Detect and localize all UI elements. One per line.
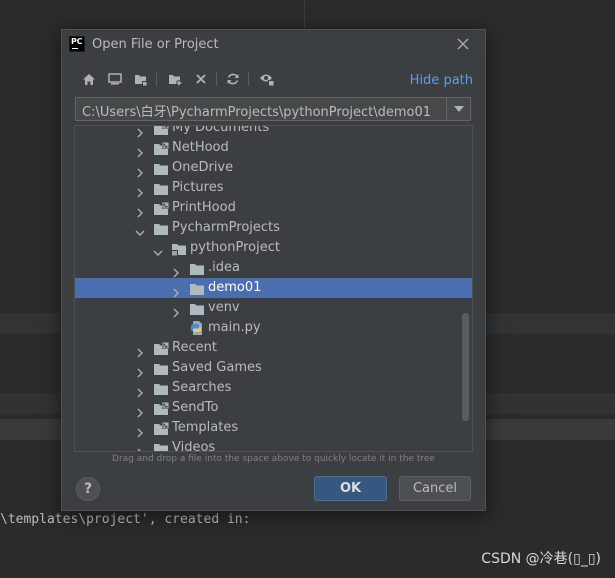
console-output-line: \templates\project', created in: <box>0 512 251 527</box>
chevron-down-icon[interactable] <box>153 243 163 256</box>
tree-item-label: venv <box>208 300 240 315</box>
chevron-right-icon[interactable] <box>135 143 145 158</box>
desktop-icon[interactable] <box>106 70 124 88</box>
tree-hint-text: Drag and drop a file into the space abov… <box>112 454 435 464</box>
chevron-right-icon[interactable] <box>135 423 145 438</box>
tree-item-my-documents[interactable]: My Documents <box>75 125 472 138</box>
path-input[interactable]: C:\Users\白牙\PycharmProjects\pythonProjec… <box>82 101 431 120</box>
folder-icon <box>153 361 169 375</box>
cancel-button[interactable]: Cancel <box>399 476 471 501</box>
path-combobox[interactable]: C:\Users\白牙\PycharmProjects\pythonProjec… <box>75 97 471 121</box>
folder-icon <box>153 441 169 451</box>
tree-item-label: OneDrive <box>172 160 234 175</box>
open-file-dialog: PC Open File or Project Hide path C:\Use… <box>61 29 486 511</box>
tree-item-label: Pictures <box>172 180 224 195</box>
folder-icon <box>189 281 205 295</box>
project-dir-icon[interactable] <box>132 70 150 88</box>
tree-item-label: NetHood <box>172 140 229 155</box>
hide-path-link[interactable]: Hide path <box>410 73 473 88</box>
ok-button[interactable]: OK <box>314 476 387 501</box>
tree-item-label: pythonProject <box>190 240 280 255</box>
watermark: CSDN @冷巷(▯_▯) <box>481 551 601 567</box>
tree-item-onedrive[interactable]: OneDrive <box>75 158 472 178</box>
toolbar-separator <box>216 72 217 86</box>
python-file-icon <box>189 320 205 335</box>
tree-item-templates[interactable]: Templates <box>75 418 472 438</box>
home-icon[interactable] <box>80 70 98 88</box>
chevron-right-icon[interactable] <box>171 283 181 298</box>
tree-item-nethood[interactable]: NetHood <box>75 138 472 158</box>
tree-scrollbar[interactable] <box>462 313 469 421</box>
chevron-right-icon[interactable] <box>171 263 181 278</box>
editor-divider <box>304 0 305 28</box>
folder-link-icon <box>153 401 169 415</box>
chevron-down-icon[interactable] <box>135 223 145 236</box>
project-folder-icon <box>171 241 187 256</box>
tree-item-saved-games[interactable]: Saved Games <box>75 358 472 378</box>
chevron-right-icon[interactable] <box>135 183 145 198</box>
dialog-titlebar: PC Open File or Project <box>62 30 485 60</box>
folder-icon <box>153 181 169 195</box>
folder-link-icon <box>153 341 169 355</box>
tree-item-label: PycharmProjects <box>172 220 280 235</box>
folder-icon <box>189 261 205 275</box>
tree-item-label: Videos <box>172 440 216 452</box>
folder-link-icon <box>153 201 169 215</box>
tree-item-idea[interactable]: .idea <box>75 258 472 278</box>
tree-item-label: .idea <box>208 260 240 275</box>
chevron-right-icon[interactable] <box>135 126 145 138</box>
pycharm-logo-icon: PC <box>69 36 85 52</box>
file-tree[interactable]: My Documents NetHood OneDrive Pictures Print… <box>74 125 473 452</box>
chevron-down-icon[interactable] <box>446 98 470 120</box>
chevron-right-icon[interactable] <box>135 403 145 418</box>
tree-item-searches[interactable]: Searches <box>75 378 472 398</box>
tree-item-label: Saved Games <box>172 360 262 375</box>
folder-icon <box>189 301 205 315</box>
folder-link-icon <box>153 126 169 135</box>
folder-link-icon <box>153 141 169 155</box>
new-folder-icon[interactable] <box>166 70 184 88</box>
close-icon[interactable] <box>455 36 471 52</box>
show-hidden-icon[interactable] <box>258 70 276 88</box>
chevron-right-icon[interactable] <box>171 303 181 318</box>
tree-item-pycharmprojects[interactable]: PycharmProjects <box>75 218 472 238</box>
tree-item-label: demo01 <box>208 280 262 295</box>
chevron-right-icon[interactable] <box>135 363 145 378</box>
folder-icon <box>153 161 169 175</box>
tree-item-label: Templates <box>172 420 239 435</box>
folder-icon <box>153 381 169 395</box>
tree-item-label: SendTo <box>172 400 219 415</box>
chevron-right-icon[interactable] <box>135 343 145 358</box>
refresh-icon[interactable] <box>224 70 242 88</box>
chevron-right-icon[interactable] <box>135 443 145 451</box>
tree-item-venv[interactable]: venv <box>75 298 472 318</box>
help-button[interactable]: ? <box>76 477 100 501</box>
tree-item-pictures[interactable]: Pictures <box>75 178 472 198</box>
dialog-title: Open File or Project <box>92 37 219 52</box>
toolbar-separator <box>248 72 249 86</box>
delete-icon[interactable] <box>192 70 210 88</box>
tree-item-label: Searches <box>172 380 232 395</box>
tree-item-label: My Documents <box>172 125 270 135</box>
tree-item-sendto[interactable]: SendTo <box>75 398 472 418</box>
tree-item-label: PrintHood <box>172 200 236 215</box>
tree-item-printhood[interactable]: PrintHood <box>75 198 472 218</box>
logo-text: PC <box>71 37 83 46</box>
tree-item-videos[interactable]: Videos <box>75 438 472 452</box>
folder-icon <box>153 221 169 235</box>
tree-item-demo01[interactable]: demo01 <box>75 278 472 298</box>
toolbar-separator <box>156 72 157 86</box>
chevron-right-icon[interactable] <box>135 203 145 218</box>
tree-item-label: main.py <box>208 320 261 335</box>
chevron-right-icon[interactable] <box>135 163 145 178</box>
chevron-right-icon[interactable] <box>135 383 145 398</box>
tree-item-recent[interactable]: Recent <box>75 338 472 358</box>
folder-link-icon <box>153 421 169 435</box>
tree-item-pythonproject[interactable]: pythonProject <box>75 238 472 258</box>
tree-item-main-py[interactable]: main.py <box>75 318 472 338</box>
tree-item-label: Recent <box>172 340 217 355</box>
